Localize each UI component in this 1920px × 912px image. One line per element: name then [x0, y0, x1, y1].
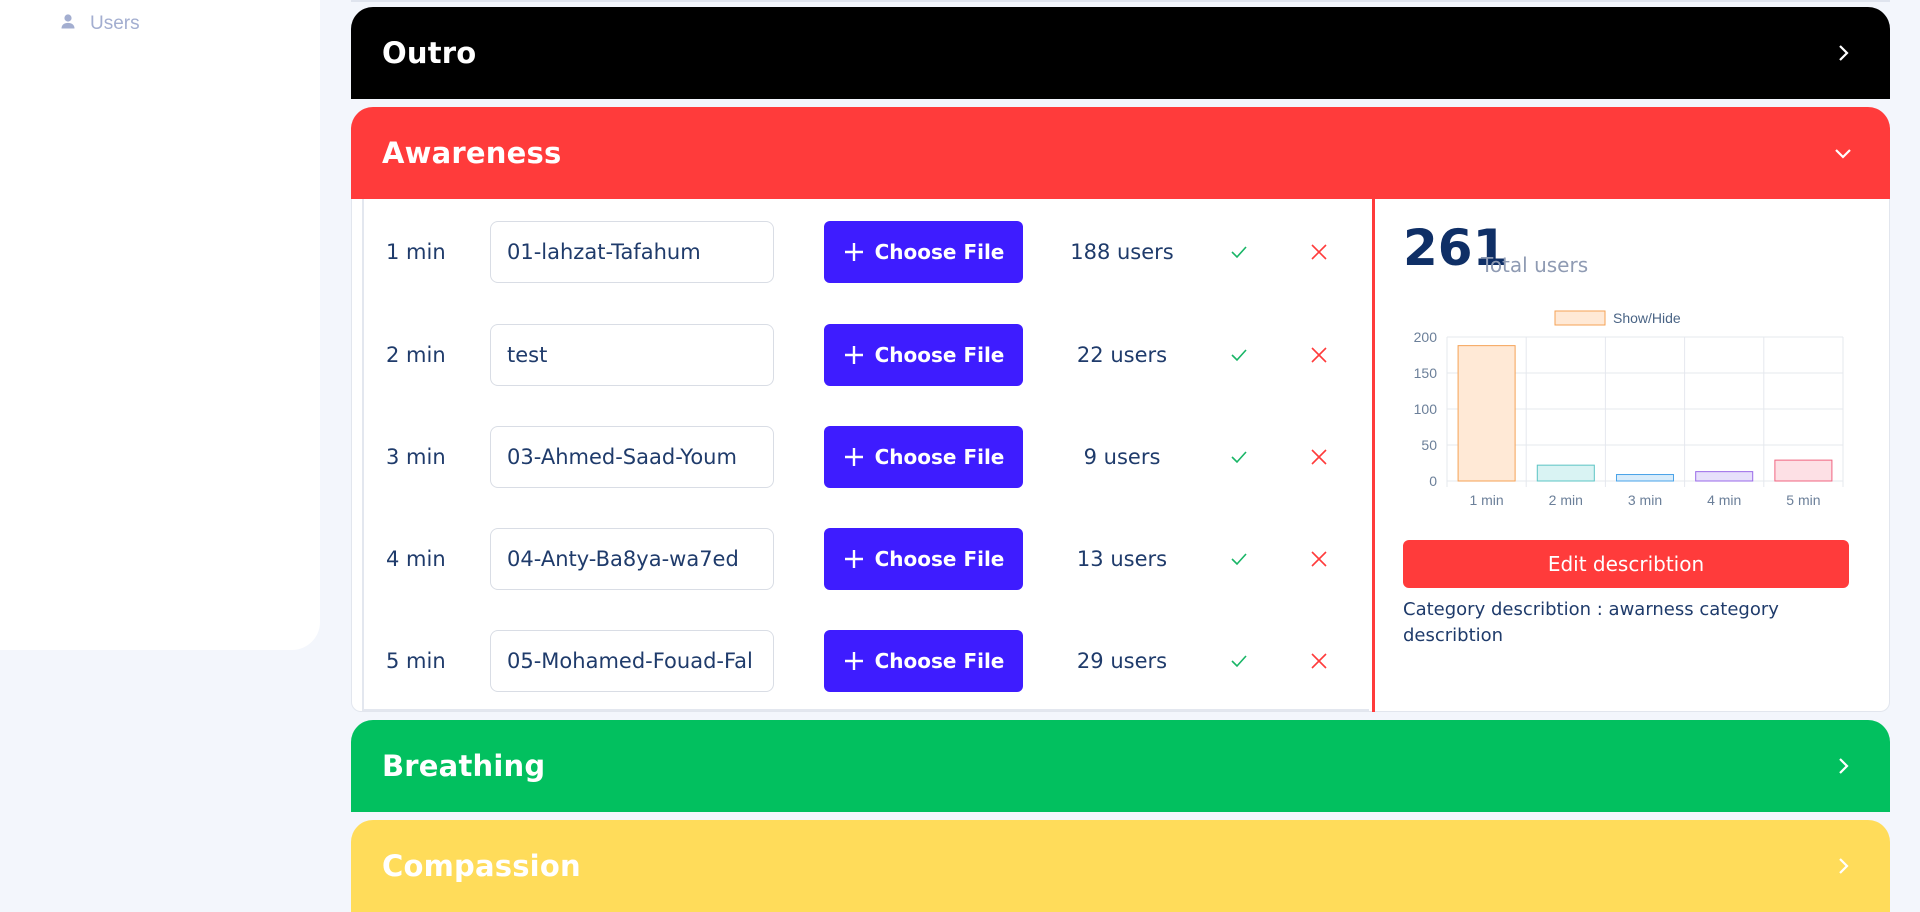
close-icon[interactable] [1309, 651, 1329, 671]
vertical-divider [1372, 199, 1375, 712]
y-tick-label: 100 [1414, 401, 1438, 417]
close-icon[interactable] [1309, 242, 1329, 262]
file-name-input[interactable]: 01-lahzat-Tafahum [490, 221, 774, 283]
user-count: 13 users [1076, 547, 1168, 571]
edit-description-button[interactable]: Edit describtion [1403, 540, 1849, 588]
sidebar-item-label: Users [90, 13, 140, 34]
choose-file-label: Choose File [874, 445, 1005, 469]
x-tick-label: 3 min [1628, 492, 1662, 508]
legend-label: Show/Hide [1613, 310, 1681, 326]
list-item: 1 min 01-lahzat-Tafahum Choose File 188 … [364, 221, 1371, 283]
x-tick-label: 5 min [1786, 492, 1820, 508]
section-header-awareness[interactable]: Awareness [351, 107, 1890, 199]
section-title: Compassion [382, 849, 581, 883]
duration-label: 1 min [386, 240, 446, 264]
legend-swatch [1554, 310, 1606, 326]
close-icon[interactable] [1309, 447, 1329, 467]
check-icon[interactable] [1230, 346, 1248, 364]
duration-label: 4 min [386, 547, 446, 571]
choose-file-label: Choose File [874, 547, 1005, 571]
total-users-label: Total users [1481, 253, 1589, 277]
audio-list: 1 min 01-lahzat-Tafahum Choose File 188 … [362, 199, 1369, 711]
list-item: 2 min test Choose File 22 users [364, 324, 1371, 386]
chevron-down-icon [1835, 149, 1851, 159]
section-title: Awareness [382, 136, 562, 170]
check-icon[interactable] [1230, 652, 1248, 670]
user-count: 22 users [1076, 343, 1168, 367]
y-tick-label: 200 [1414, 329, 1438, 345]
x-tick-label: 2 min [1549, 492, 1583, 508]
user-count: 29 users [1076, 649, 1168, 673]
section-header-outro[interactable]: Outro [351, 7, 1890, 99]
choose-file-button[interactable]: Choose File [824, 221, 1023, 283]
x-tick-label: 4 min [1707, 492, 1741, 508]
bar [1774, 459, 1833, 482]
choose-file-button[interactable]: Choose File [824, 426, 1023, 488]
duration-label: 2 min [386, 343, 446, 367]
check-icon[interactable] [1230, 448, 1248, 466]
file-name-input[interactable]: 05-Mohamed-Fouad-Fal [490, 630, 774, 692]
category-description: Category describtion : awarness category… [1403, 599, 1779, 646]
awareness-panel: 1 min 01-lahzat-Tafahum Choose File 188 … [351, 199, 1890, 712]
list-item: 4 min 04-Anty-Ba8ya-wa7ed Choose File 13… [364, 528, 1371, 590]
chevron-right-icon [1839, 758, 1849, 774]
y-tick-label: 150 [1414, 365, 1438, 381]
user-count: 188 users [1070, 240, 1174, 264]
section-title: Breathing [382, 749, 546, 783]
file-name-input[interactable]: 03-Ahmed-Saad-Youm [490, 426, 774, 488]
users-bar-chart: Show/Hide 0 50 100 150 200 1 min 2 min 3 min 4 mi… [1414, 310, 1844, 508]
chevron-right-icon [1839, 45, 1849, 61]
bar [1695, 471, 1754, 482]
user-count: 9 users [1083, 445, 1161, 469]
choose-file-label: Choose File [874, 343, 1005, 367]
plus-icon [844, 346, 863, 364]
choose-file-label: Choose File [874, 240, 1005, 264]
check-icon[interactable] [1230, 243, 1248, 261]
bar [1615, 474, 1675, 482]
chevron-right-icon [1839, 858, 1849, 874]
plus-icon [844, 652, 863, 670]
section-header-compassion[interactable]: Compassion [351, 820, 1890, 912]
sidebar: Users [0, 0, 320, 650]
choose-file-button[interactable]: Choose File [824, 528, 1023, 590]
bar [1536, 464, 1595, 482]
y-tick-label: 50 [1421, 437, 1437, 453]
choose-file-button[interactable]: Choose File [824, 324, 1023, 386]
plus-icon [844, 550, 863, 568]
x-tick-label: 1 min [1469, 492, 1503, 508]
list-item: 5 min 05-Mohamed-Fouad-Fal Choose File 2… [364, 630, 1371, 692]
choose-file-label: Choose File [874, 649, 1005, 673]
stats-panel: 261 Total users Show/Hide 0 50 100 150 200 1 m… [1403, 199, 1873, 709]
section-header-breathing[interactable]: Breathing [351, 720, 1890, 812]
file-name-input[interactable]: 04-Anty-Ba8ya-wa7ed [490, 528, 774, 590]
plus-icon [844, 448, 863, 466]
file-name-input[interactable]: test [490, 324, 774, 386]
close-icon[interactable] [1309, 345, 1329, 365]
close-icon[interactable] [1309, 549, 1329, 569]
bar [1457, 345, 1516, 482]
check-icon[interactable] [1230, 550, 1248, 568]
duration-label: 5 min [386, 649, 446, 673]
sidebar-item-users[interactable]: Users [60, 13, 140, 35]
y-tick-label: 0 [1429, 473, 1437, 489]
list-item: 3 min 03-Ahmed-Saad-Youm Choose File 9 u… [364, 426, 1371, 488]
choose-file-button[interactable]: Choose File [824, 630, 1023, 692]
duration-label: 3 min [386, 445, 446, 469]
user-icon [60, 13, 76, 35]
plus-icon [844, 243, 863, 261]
divider-line [351, 0, 1890, 2]
section-title: Outro [382, 36, 477, 70]
